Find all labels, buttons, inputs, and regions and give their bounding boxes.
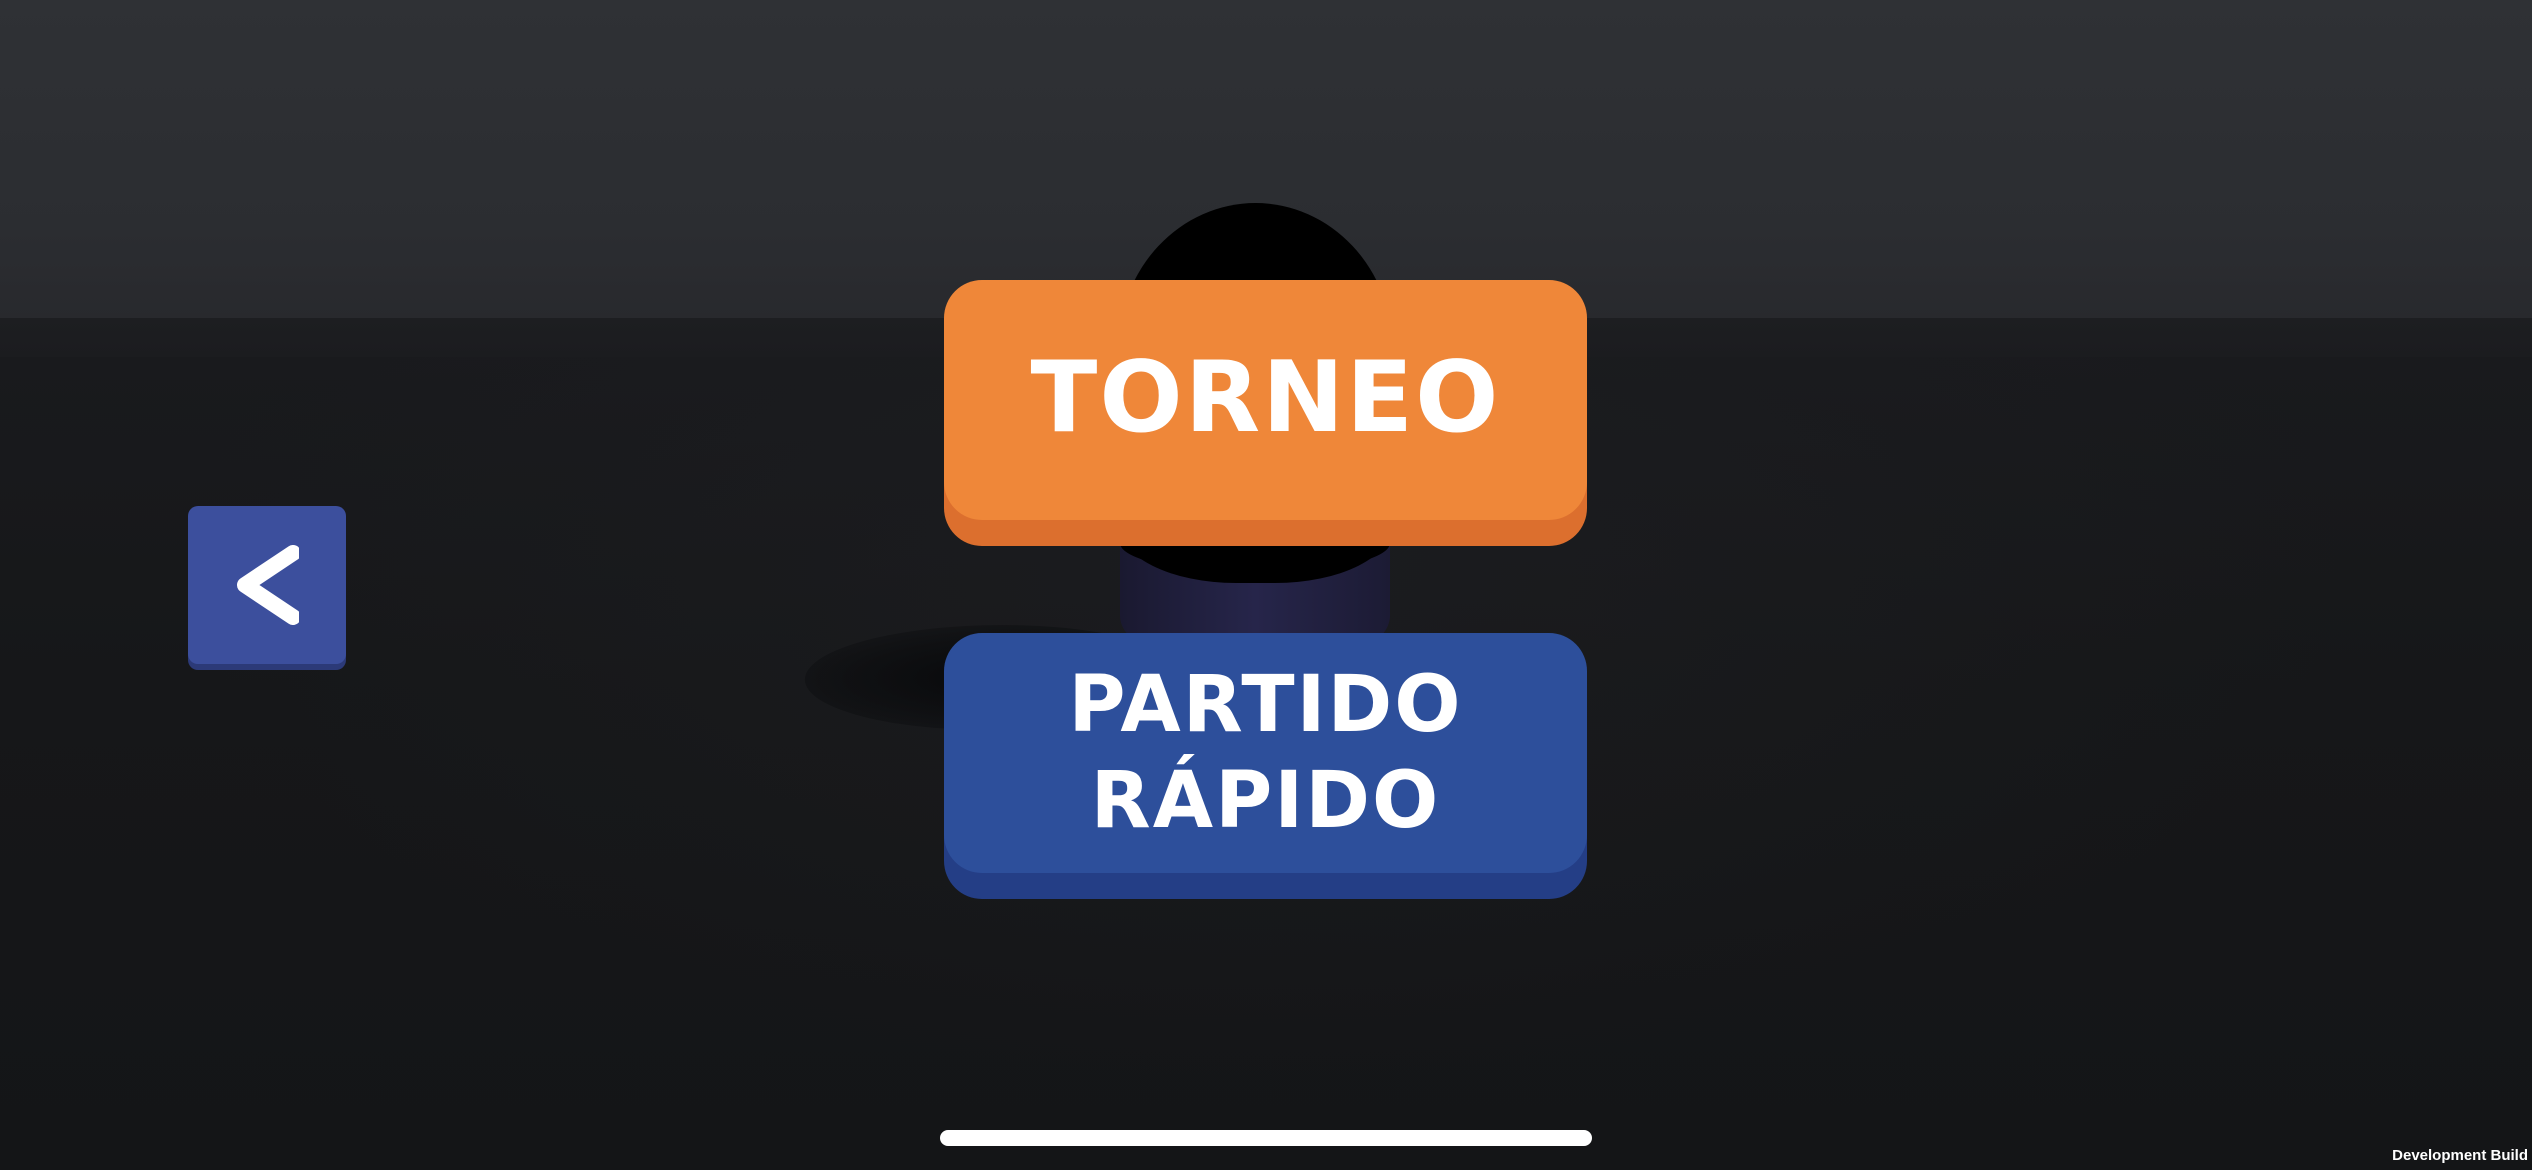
chevron-left-icon <box>237 545 299 625</box>
quick-match-label-line1: PARTIDO <box>1068 660 1463 750</box>
game-scene: TORNEO PARTIDO RÁPIDO Development Build <box>0 0 2532 1170</box>
tournament-button-label: TORNEO <box>1030 341 1501 455</box>
home-indicator[interactable] <box>940 1130 1592 1146</box>
tournament-button[interactable]: TORNEO <box>944 280 1587 520</box>
character-collar <box>1120 513 1390 573</box>
back-button[interactable] <box>188 506 346 664</box>
development-build-label: Development Build <box>2392 1147 2528 1164</box>
quick-match-label-line2: RÁPIDO <box>1090 756 1441 846</box>
quick-match-button[interactable]: PARTIDO RÁPIDO <box>944 633 1587 873</box>
